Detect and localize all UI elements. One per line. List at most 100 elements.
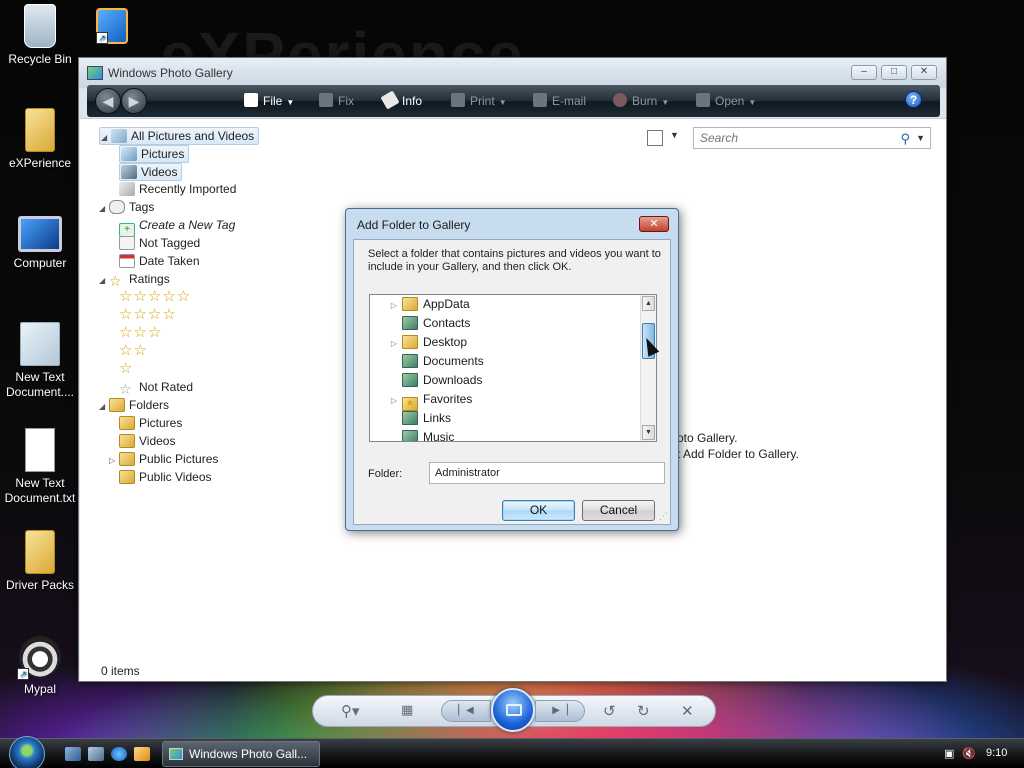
chevron-down-icon[interactable]: ▼ bbox=[916, 133, 925, 143]
dialog-message: Select a folder that contains pictures a… bbox=[368, 248, 661, 273]
switch-windows-icon[interactable] bbox=[88, 747, 104, 761]
info-button[interactable]: Info bbox=[380, 90, 422, 110]
burn-menu[interactable]: Burn ▼ bbox=[613, 93, 669, 108]
resize-grip-icon[interactable]: ⋰ bbox=[659, 511, 668, 522]
desktop-icon-label: eXPerience bbox=[8, 156, 72, 170]
desktop-icon-new-text-document-1[interactable]: New Text Document.... bbox=[0, 322, 80, 400]
desktop-icon-mypal[interactable]: ↗ Mypal bbox=[0, 636, 80, 697]
nav-label: All Pictures and Videos bbox=[131, 129, 255, 143]
delete-icon[interactable]: ✕ bbox=[681, 702, 694, 720]
search-box[interactable]: ⚲ ▼ bbox=[693, 127, 931, 149]
nav-rating-3-stars[interactable]: ☆☆☆ bbox=[119, 325, 162, 343]
desktop-icon-new-text-document-2[interactable]: New Text Document.txt bbox=[0, 428, 80, 506]
nav-rating-4-stars[interactable]: ☆☆☆☆ bbox=[119, 307, 177, 325]
show-desktop-icon[interactable] bbox=[65, 747, 81, 761]
volume-muted-icon[interactable]: 🔇 bbox=[962, 747, 976, 761]
forward-button[interactable]: ▶ bbox=[121, 88, 147, 114]
file-menu[interactable]: File ▼ bbox=[244, 93, 294, 108]
nav-not-tagged[interactable]: Not Tagged bbox=[119, 235, 200, 253]
nav-public-videos[interactable]: Public Videos bbox=[119, 469, 212, 487]
tree-item-desktop[interactable]: ▷ Desktop bbox=[370, 333, 640, 352]
item-count-status: 0 items bbox=[101, 664, 140, 678]
desktop-icon-computer[interactable]: Computer bbox=[0, 216, 80, 271]
view-toggle-button[interactable] bbox=[647, 130, 663, 146]
thumbnail-grid-icon[interactable]: ▦ bbox=[401, 702, 413, 718]
start-button[interactable] bbox=[9, 736, 45, 768]
expand-arrow-icon[interactable]: ▷ bbox=[386, 297, 402, 315]
tree-item-links[interactable]: Links bbox=[370, 409, 640, 428]
minimize-button[interactable]: – bbox=[851, 65, 877, 80]
next-button[interactable]: ▶▕ bbox=[535, 700, 585, 722]
email-button[interactable]: E-mail bbox=[533, 93, 586, 108]
nav-rating-1-star[interactable]: ☆ bbox=[119, 361, 133, 379]
nav-rating-5-stars[interactable]: ☆☆☆☆☆ bbox=[119, 289, 191, 307]
camera-icon bbox=[119, 182, 135, 196]
help-button[interactable]: ? bbox=[905, 91, 922, 108]
chevron-down-icon: ▼ bbox=[748, 98, 757, 107]
nav-not-rated[interactable]: ☆ Not Rated bbox=[119, 379, 193, 397]
nav-all-pictures-and-videos[interactable]: ◢ All Pictures and Videos bbox=[99, 127, 260, 145]
tree-item-appdata[interactable]: ▷ AppData bbox=[370, 295, 640, 314]
tree-item-contacts[interactable]: Contacts bbox=[370, 314, 640, 333]
media-player-icon[interactable] bbox=[134, 747, 150, 761]
nav-videos[interactable]: Videos bbox=[119, 163, 183, 181]
close-window-button[interactable]: ✕ bbox=[911, 65, 937, 80]
folder-tree[interactable]: ▷ AppData Contacts ▷ Desktop Documents Dow… bbox=[369, 294, 657, 442]
back-button[interactable]: ◀ bbox=[95, 88, 121, 114]
expand-arrow-icon[interactable]: ▷ bbox=[386, 335, 402, 353]
nav-pictures[interactable]: Pictures bbox=[119, 145, 190, 163]
dialog-close-button[interactable]: ✕ bbox=[639, 216, 669, 232]
search-input[interactable] bbox=[698, 128, 888, 148]
clock[interactable]: 9:10 bbox=[986, 747, 1007, 759]
chevron-down-icon[interactable]: ▼ bbox=[670, 130, 679, 140]
scroll-up-arrow-icon[interactable]: ▲ bbox=[642, 296, 655, 311]
internet-explorer-icon[interactable] bbox=[111, 747, 127, 761]
zoom-icon[interactable]: ⚲▾ bbox=[341, 702, 360, 720]
collapse-arrow-icon: ◢ bbox=[99, 402, 106, 411]
nav-folder-videos[interactable]: Videos bbox=[119, 433, 175, 451]
nav-create-new-tag[interactable]: + Create a New Tag bbox=[119, 217, 236, 237]
cancel-button[interactable]: Cancel bbox=[582, 500, 655, 521]
nav-public-pictures[interactable]: ▷ Public Pictures bbox=[109, 451, 218, 469]
rotate-clockwise-icon[interactable]: ↻ bbox=[637, 702, 650, 720]
nav-recently-imported[interactable]: Recently Imported bbox=[119, 181, 236, 199]
desktop-icon-driver-packs[interactable]: Driver Packs bbox=[0, 530, 80, 593]
tree-scrollbar[interactable]: ▲ ▼ bbox=[640, 295, 656, 441]
nav-folders[interactable]: ◢ Folders bbox=[99, 397, 169, 415]
rotate-counterclockwise-icon[interactable]: ↺ bbox=[603, 702, 616, 720]
fix-button[interactable]: Fix bbox=[319, 93, 354, 108]
nav-date-taken[interactable]: Date Taken bbox=[119, 253, 200, 271]
desktop-icon-recycle-bin[interactable]: Recycle Bin bbox=[0, 4, 80, 67]
dialog-title: Add Folder to Gallery bbox=[357, 218, 471, 232]
nav-tags[interactable]: ◢ Tags bbox=[99, 199, 154, 217]
expand-arrow-icon[interactable]: ▷ bbox=[386, 392, 402, 410]
desktop-icon-experience[interactable]: eXPerience bbox=[0, 108, 80, 171]
fix-label: Fix bbox=[338, 94, 354, 108]
nav-ratings[interactable]: ◢ ☆ Ratings bbox=[99, 271, 170, 289]
print-menu[interactable]: Print ▼ bbox=[451, 93, 507, 108]
previous-button[interactable]: ▏◀ bbox=[441, 700, 491, 722]
tree-item-favorites[interactable]: ▷ ★ Favorites bbox=[370, 390, 640, 411]
videos-icon bbox=[121, 165, 137, 179]
title-bar[interactable]: Windows Photo Gallery – □ ✕ bbox=[79, 58, 946, 88]
folder-field[interactable]: Administrator bbox=[429, 462, 665, 484]
nav-label: Create a New Tag bbox=[139, 218, 236, 232]
search-icon[interactable]: ⚲ bbox=[900, 131, 910, 147]
tree-item-documents[interactable]: Documents bbox=[370, 352, 640, 371]
nav-label: Public Pictures bbox=[139, 452, 219, 466]
scroll-down-arrow-icon[interactable]: ▼ bbox=[642, 425, 655, 440]
open-label: Open bbox=[715, 94, 745, 108]
nav-folder-pictures[interactable]: Pictures bbox=[119, 415, 182, 433]
network-icon[interactable]: ▣ bbox=[944, 747, 958, 761]
tree-item-downloads[interactable]: Downloads bbox=[370, 371, 640, 390]
taskbar-button-photo-gallery[interactable]: Windows Photo Gall... bbox=[162, 741, 320, 767]
open-menu[interactable]: Open ▼ bbox=[696, 93, 756, 108]
maximize-button[interactable]: □ bbox=[881, 65, 907, 80]
tree-item-music[interactable]: Music bbox=[370, 428, 640, 441]
nav-label: Public Videos bbox=[139, 470, 212, 484]
ok-button[interactable]: OK bbox=[502, 500, 575, 521]
slideshow-button[interactable] bbox=[491, 688, 535, 732]
desktop-icon-media-shortcut[interactable]: ↗ bbox=[72, 8, 152, 48]
nav-rating-2-stars[interactable]: ☆☆ bbox=[119, 343, 148, 361]
shortcut-arrow-icon: ↗ bbox=[17, 668, 29, 680]
